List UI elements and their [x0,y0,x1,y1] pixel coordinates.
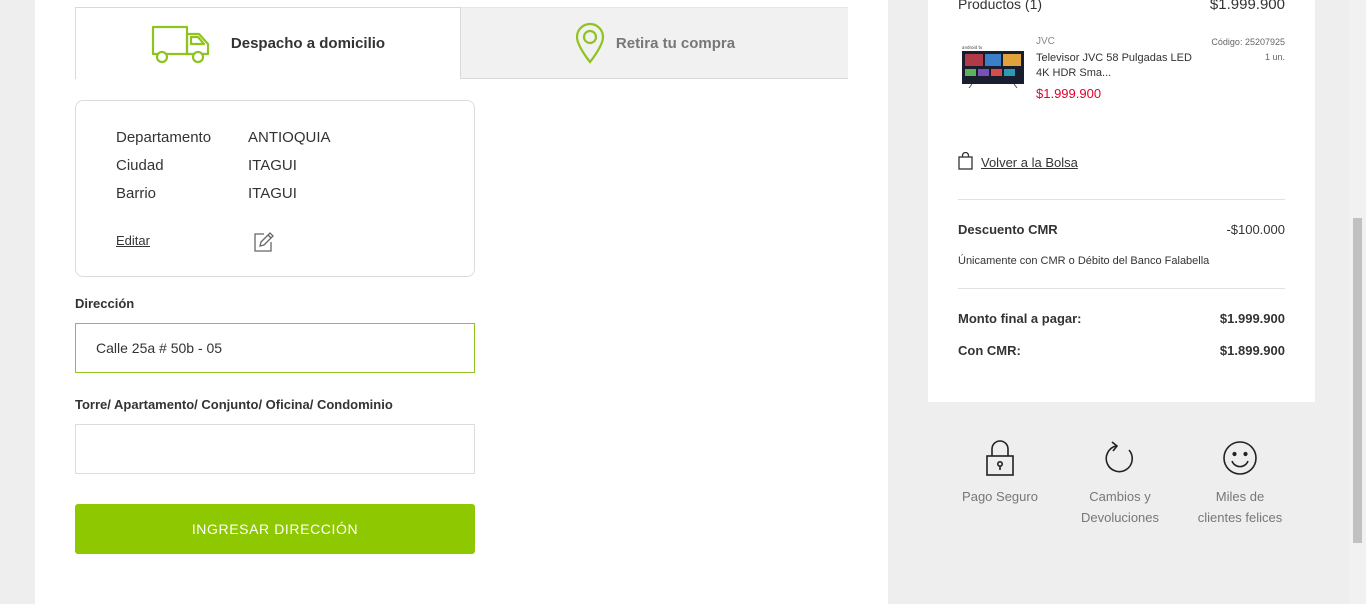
products-header: Productos (1) $1.999.900 [958,0,1285,13]
product-thumbnail: android tv [960,44,1026,90]
torre-input[interactable] [75,424,475,474]
address-row-departamento: Departamento ANTIOQUIA [116,129,331,146]
address-row-label: Departamento [116,129,212,146]
back-to-bag-link[interactable]: Volver a la Bolsa [958,151,1078,173]
cmr-amount-value: $1.899.900 [1219,343,1285,358]
direccion-input[interactable] [75,323,475,373]
svg-text:android tv: android tv [962,45,983,50]
discount-note: Únicamente con CMR o Débito del Banco Fa… [958,255,1210,267]
tab-pickup-label: Retira tu compra [615,34,736,52]
scrollbar-thumb[interactable] [1353,218,1362,543]
address-row-ciudad: Ciudad ITAGUI [116,157,297,174]
final-amount-value: $1.999.900 [1219,311,1285,326]
address-row-barrio: Barrio ITAGUI [116,185,297,202]
product-brand: JVC [1036,36,1055,47]
back-to-bag-label: Volver a la Bolsa [981,155,1078,170]
truck-icon [151,24,211,64]
final-amount-label: Monto final a pagar: [958,311,1082,326]
padlock-icon [940,438,1060,478]
cmr-amount-label: Con CMR: [958,343,1021,358]
checkout-main-panel: Despacho a domicilio Retira tu compra De… [35,0,888,604]
tab-home-delivery-label: Despacho a domicilio [230,35,386,52]
discount-label: Descuento CMR [958,222,1058,237]
shopping-bag-icon [958,151,973,173]
trust-badges: Pago Seguro Cambios y Devoluciones Miles… [940,438,1300,538]
address-row-value: ITAGUI [248,185,297,202]
badge-line: Cambios y [1089,489,1151,504]
badge-line: Devoluciones [1080,510,1160,525]
product-qty: 1 un. [1264,52,1285,62]
torre-label: Torre/ Apartamento/ Conjunto/ Oficina/ C… [75,397,393,412]
address-row-label: Barrio [116,185,157,202]
products-total: $1.999.900 [1209,0,1285,13]
product-code: Código: 25207925 [1211,37,1285,47]
tab-home-delivery[interactable]: Despacho a domicilio [75,7,461,79]
summary-divider [958,199,1285,200]
edit-address-link[interactable]: Editar [116,233,150,248]
ingresar-direccion-button[interactable]: INGRESAR DIRECCIÓN [75,504,475,554]
direccion-label: Dirección [75,296,135,311]
product-price: $1.999.900 [1036,86,1102,101]
edit-pencil-icon[interactable] [252,231,274,258]
location-pin-icon [574,22,606,64]
badge-line: Miles de [1215,489,1265,504]
products-count-label: Productos (1) [958,0,1043,12]
badge-line: Pago Seguro [962,489,1038,504]
address-row-value: ANTIOQUIA [248,129,331,146]
tab-pickup[interactable]: Retira tu compra [461,7,848,79]
order-summary: Productos (1) $1.999.900 android tv JVC … [928,0,1315,402]
refresh-arrow-icon [1060,438,1180,478]
badge-secure-payment: Pago Seguro [940,438,1060,507]
address-row-label: Ciudad [116,157,164,174]
delivery-tabs: Despacho a domicilio Retira tu compra [75,7,848,79]
discount-row: Descuento CMR -$100.000 [958,222,1285,237]
address-card: Departamento ANTIOQUIA Ciudad ITAGUI Barri… [75,100,475,277]
badge-happy-clients: Miles de clientes felices [1180,438,1300,528]
badge-line: clientes felices [1197,510,1283,525]
page-scrollbar[interactable] [1349,0,1366,604]
product-name[interactable]: Televisor JVC 58 Pulgadas LED 4K HDR Sma… [1036,51,1196,81]
address-row-value: ITAGUI [248,157,297,174]
discount-value: -$100.000 [1226,222,1285,237]
cmr-amount-row: Con CMR: $1.899.900 [958,343,1285,358]
summary-divider [958,288,1285,289]
smiley-icon [1180,438,1300,478]
final-amount-row: Monto final a pagar: $1.999.900 [958,311,1285,326]
badge-returns: Cambios y Devoluciones [1060,438,1180,528]
